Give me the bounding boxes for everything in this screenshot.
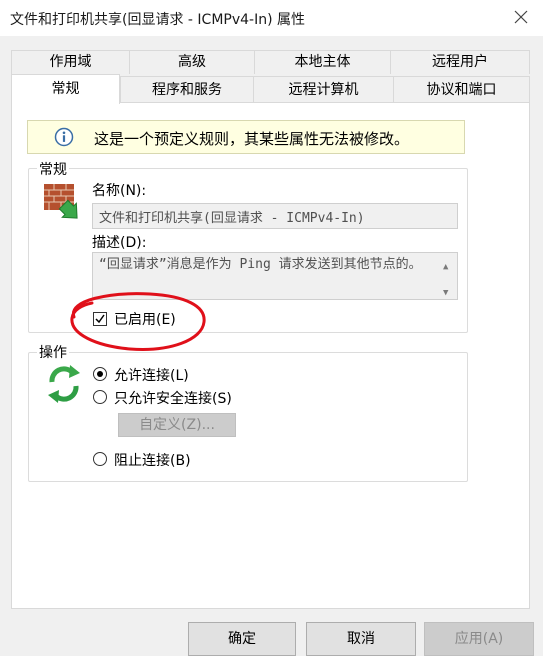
allow-secure-radio[interactable] — [93, 390, 107, 404]
description-scrollbar[interactable]: ▲ ▼ — [440, 254, 456, 298]
tab-scope[interactable]: 作用域 — [11, 50, 129, 74]
block-connection-label[interactable]: 阻止连接(B) — [114, 450, 191, 470]
radio-selected-dot — [97, 371, 103, 377]
description-field[interactable]: “回显请求”消息是作为 Ping 请求发送到其他节点的。 ▲ ▼ — [92, 252, 458, 300]
description-label: 描述(D): — [92, 235, 147, 251]
info-icon — [54, 127, 74, 147]
allow-secure-label[interactable]: 只允许安全连接(S) — [114, 388, 232, 408]
firewall-icon — [44, 184, 78, 219]
allow-connection-label[interactable]: 允许连接(L) — [114, 365, 189, 385]
checkmark-icon — [95, 314, 105, 324]
name-field[interactable]: 文件和打印机共享(回显请求 - ICMPv4-In) — [92, 203, 458, 229]
name-value: 文件和打印机共享(回显请求 - ICMPv4-In) — [99, 211, 365, 226]
ok-button[interactable]: 确定 — [188, 622, 296, 656]
name-label: 名称(N): — [92, 183, 147, 199]
apply-button[interactable]: 应用(A) — [424, 622, 534, 656]
tab-general[interactable]: 常规 — [11, 74, 120, 104]
tab-advanced[interactable]: 高级 — [129, 50, 254, 74]
close-button[interactable] — [511, 7, 531, 27]
info-bar: 这是一个预定义规则，其某些属性无法被修改。 — [27, 120, 465, 154]
block-connection-radio[interactable] — [93, 452, 107, 466]
title-bar: 文件和打印机共享(回显请求 - ICMPv4-In) 属性 — [0, 0, 543, 36]
close-icon — [514, 10, 528, 24]
tab-remote-computers[interactable]: 远程计算机 — [253, 76, 393, 104]
general-group-label: 常规 — [37, 159, 69, 179]
info-text: 这是一个预定义规则，其某些属性无法被修改。 — [94, 130, 410, 148]
window-title: 文件和打印机共享(回显请求 - ICMPv4-In) 属性 — [10, 12, 305, 28]
tab-programs-services[interactable]: 程序和服务 — [120, 76, 253, 104]
allow-action-icon — [48, 365, 80, 403]
customize-button[interactable]: 自定义(Z)... — [118, 413, 236, 437]
scroll-down-icon[interactable]: ▼ — [443, 284, 448, 302]
enabled-checkbox[interactable] — [93, 312, 107, 326]
allow-connection-radio[interactable] — [93, 367, 107, 381]
tab-remote-users[interactable]: 远程用户 — [390, 50, 530, 74]
tab-local-principals[interactable]: 本地主体 — [254, 50, 390, 74]
cancel-button[interactable]: 取消 — [306, 622, 416, 656]
enabled-label[interactable]: 已启用(E) — [114, 309, 176, 329]
scroll-up-icon[interactable]: ▲ — [443, 258, 448, 276]
description-value: “回显请求”消息是作为 Ping 请求发送到其他节点的。 — [99, 257, 422, 272]
action-group-label: 操作 — [37, 342, 69, 362]
tab-protocols-ports[interactable]: 协议和端口 — [393, 76, 530, 104]
